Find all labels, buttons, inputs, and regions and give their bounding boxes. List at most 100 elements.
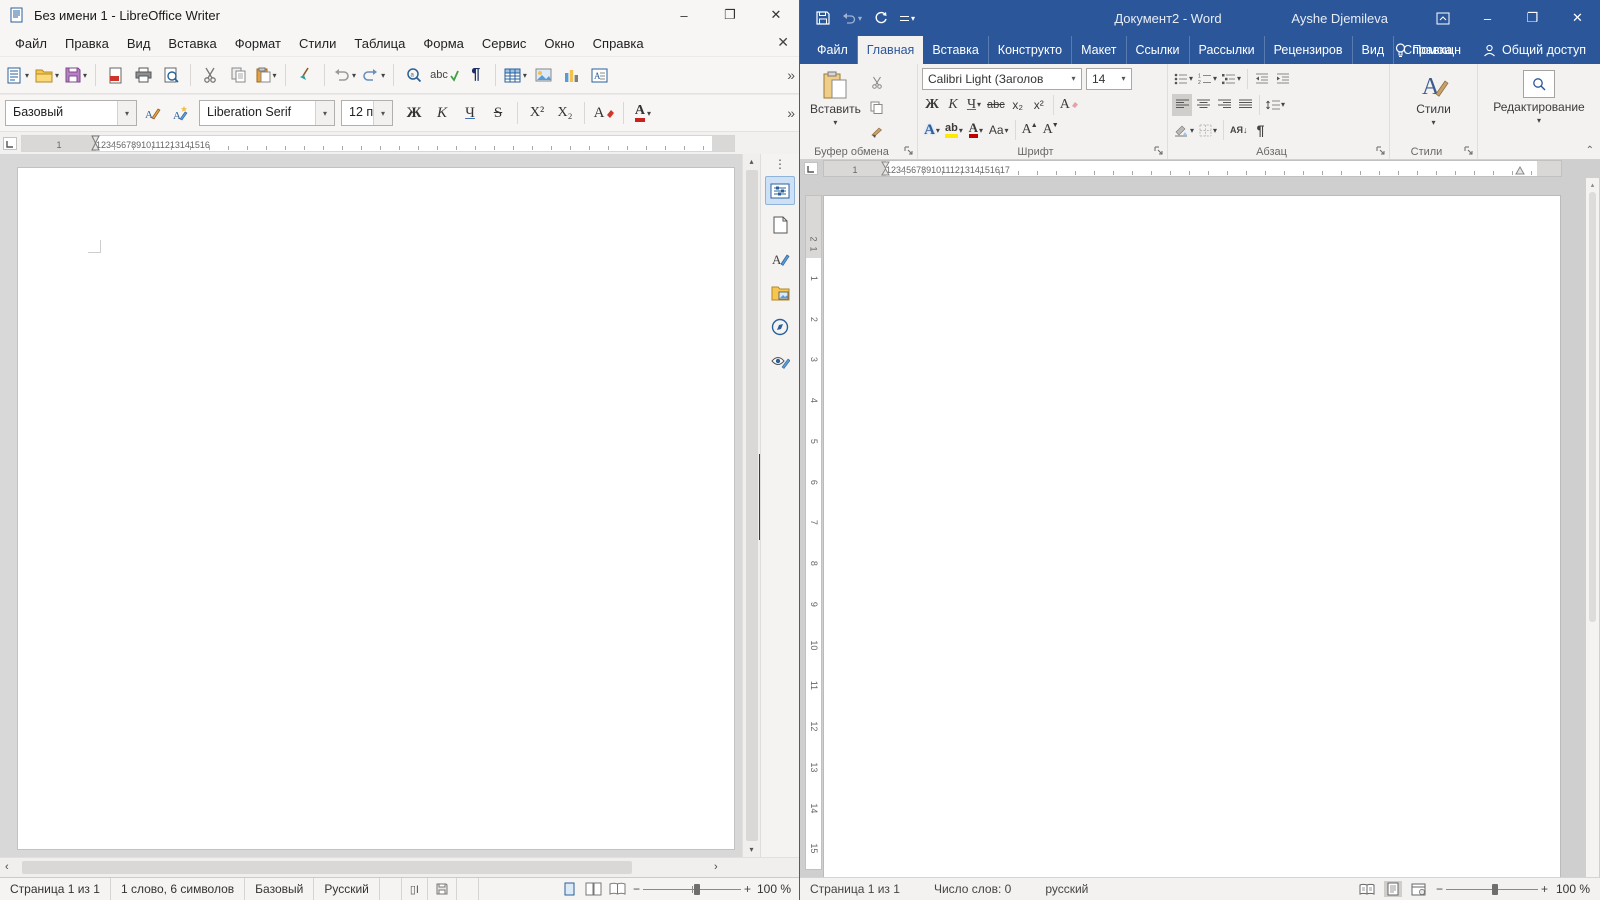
tab-layout[interactable]: Макет: [1072, 36, 1126, 64]
read-mode-button[interactable]: [1358, 881, 1376, 897]
bold-button[interactable]: Ж: [922, 94, 942, 116]
menu-item[interactable]: Таблица: [345, 32, 414, 55]
word-count-status[interactable]: Число слов: 0: [934, 882, 1011, 896]
single-page-view-button[interactable]: [561, 881, 579, 897]
combo-dropdown-icon[interactable]: ▾: [1116, 69, 1131, 89]
scrollbar-thumb[interactable]: [22, 861, 632, 874]
maximize-button[interactable]: ❐: [1510, 0, 1555, 36]
insert-table-button[interactable]: ▾: [502, 61, 529, 89]
menu-item[interactable]: Файл: [6, 32, 56, 55]
tab-mailings[interactable]: Рассылки: [1190, 36, 1265, 64]
increase-indent-button[interactable]: [1273, 68, 1293, 90]
print-layout-button[interactable]: [1384, 881, 1402, 897]
zoom-in-icon[interactable]: +: [744, 882, 751, 896]
superscript-button[interactable]: x²: [1029, 94, 1049, 116]
format-painter-button[interactable]: [867, 121, 887, 143]
clone-formatting-button[interactable]: [292, 61, 318, 89]
maximize-button[interactable]: ❐: [707, 0, 753, 30]
find-replace-button[interactable]: a: [400, 61, 426, 89]
zoom-level-status[interactable]: 100 %: [757, 882, 791, 896]
styles-button[interactable]: A Стили ▾: [1394, 66, 1473, 143]
export-pdf-button[interactable]: [102, 61, 128, 89]
share-button[interactable]: Общий доступ: [1475, 43, 1594, 57]
save-button[interactable]: ▾: [63, 61, 89, 89]
editing-button[interactable]: Редактирование ▾: [1482, 66, 1596, 143]
tab-stop-selector[interactable]: [804, 162, 818, 175]
font-size-combobox[interactable]: 12 пт ▾: [341, 100, 393, 126]
zoom-out-icon[interactable]: −: [1436, 882, 1443, 896]
numbering-button[interactable]: 12▾: [1196, 68, 1219, 90]
update-style-button[interactable]: A: [139, 99, 165, 127]
toolbar-overflow-button[interactable]: »: [787, 105, 795, 121]
page-count-status[interactable]: Страница 1 из 1: [810, 882, 900, 896]
signature-status[interactable]: [457, 878, 479, 900]
sort-button[interactable]: АЯ↓: [1228, 119, 1249, 141]
grow-font-button[interactable]: А▲: [1020, 119, 1040, 141]
zoom-level-status[interactable]: 100 %: [1556, 882, 1590, 896]
scroll-up-icon[interactable]: ▴: [1591, 178, 1595, 192]
insert-textbox-button[interactable]: A: [587, 61, 613, 89]
indent-marker-icon[interactable]: [91, 135, 100, 151]
underline-button[interactable]: Ч▾: [964, 94, 984, 116]
tab-review[interactable]: Рецензиров: [1265, 36, 1353, 64]
zoom-slider[interactable]: − +: [1436, 881, 1548, 897]
menu-item[interactable]: Вид: [118, 32, 160, 55]
menu-item[interactable]: Формат: [226, 32, 290, 55]
signed-in-user[interactable]: Ayshe Djemileva: [1291, 11, 1388, 26]
scroll-left-icon[interactable]: ‹: [5, 861, 9, 873]
font-size-combobox[interactable]: 14 ▾: [1086, 68, 1132, 90]
tab-file[interactable]: Файл: [808, 36, 858, 64]
multilevel-list-button[interactable]: ▾: [1220, 68, 1243, 90]
combo-dropdown-icon[interactable]: ▾: [315, 101, 334, 125]
underline-button[interactable]: Ч: [457, 99, 483, 127]
selection-mode-status[interactable]: [380, 878, 402, 900]
font-color-button[interactable]: A▾: [630, 99, 656, 127]
word-vertical-scrollbar[interactable]: ▴: [1586, 178, 1599, 877]
menu-item[interactable]: Форма: [414, 32, 473, 55]
paste-button[interactable]: ▾: [253, 61, 279, 89]
tab-stop-selector[interactable]: [3, 137, 17, 150]
writer-horizontal-scrollbar[interactable]: ‹ ›: [0, 857, 799, 877]
sidebar-gallery-button[interactable]: [765, 278, 795, 307]
insert-mode-status[interactable]: ▯I: [402, 878, 428, 900]
sidebar-settings-icon[interactable]: ⋮: [774, 157, 786, 171]
print-button[interactable]: [130, 61, 156, 89]
scroll-down-icon[interactable]: ▾: [749, 842, 753, 857]
zoom-slider[interactable]: − +: [633, 881, 751, 897]
page-style-status[interactable]: Базовый: [245, 878, 314, 900]
show-formatting-marks-button[interactable]: ¶: [1251, 119, 1271, 141]
sidebar-navigator-button[interactable]: [765, 312, 795, 341]
dialog-launcher-icon[interactable]: [1154, 146, 1164, 156]
font-color-button[interactable]: А▾: [966, 119, 986, 141]
collapse-ribbon-icon[interactable]: ⌃: [1586, 145, 1594, 156]
dialog-launcher-icon[interactable]: [1376, 146, 1386, 156]
new-document-button[interactable]: ▾: [5, 61, 31, 89]
qat-customize-button[interactable]: ▾: [900, 14, 915, 23]
tell-me-assistant-button[interactable]: Помощн: [1387, 43, 1469, 58]
change-case-button[interactable]: Aa▾: [987, 119, 1011, 141]
scroll-right-icon[interactable]: ›: [714, 861, 718, 873]
font-name-combobox[interactable]: Calibri Light (Заголов ▾: [922, 68, 1082, 90]
cut-button[interactable]: [197, 61, 223, 89]
copy-button[interactable]: [225, 61, 251, 89]
align-center-button[interactable]: [1193, 94, 1213, 116]
combo-dropdown-icon[interactable]: ▾: [117, 101, 136, 125]
word-horizontal-ruler[interactable]: 1 1234567891011121314151617: [800, 160, 1600, 178]
page-count-status[interactable]: Страница 1 из 1: [0, 878, 111, 900]
copy-button[interactable]: [867, 96, 887, 118]
shading-button[interactable]: ▾: [1172, 119, 1196, 141]
tab-design[interactable]: Конструкто: [989, 36, 1072, 64]
strikethrough-button[interactable]: abc: [985, 94, 1007, 116]
justify-button[interactable]: [1235, 94, 1255, 116]
minimize-button[interactable]: –: [1465, 0, 1510, 36]
menu-item[interactable]: Справка: [584, 32, 653, 55]
font-name-combobox[interactable]: Liberation Serif ▾: [199, 100, 335, 126]
sidebar-styles-button[interactable]: A: [765, 244, 795, 273]
menu-item[interactable]: Вставка: [159, 32, 225, 55]
word-vertical-ruler[interactable]: 21 123456789101112131415: [806, 196, 821, 869]
menu-item[interactable]: Окно: [535, 32, 583, 55]
undo-button[interactable]: ▾: [331, 61, 358, 89]
book-view-button[interactable]: [609, 881, 627, 897]
qat-redo-button[interactable]: [874, 11, 888, 25]
zoom-out-icon[interactable]: −: [633, 882, 640, 896]
